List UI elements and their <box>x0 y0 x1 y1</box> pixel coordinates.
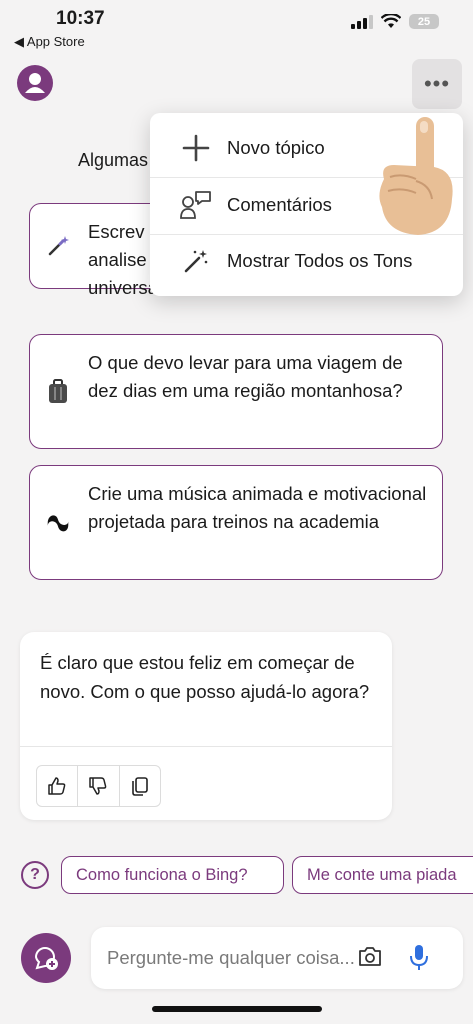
back-to-app-store[interactable]: ◀ App Store <box>14 34 85 50</box>
menu-item-label: Comentários <box>227 194 332 215</box>
thumbs-up-icon <box>48 777 66 795</box>
wifi-icon <box>381 14 401 28</box>
pointing-hand-icon <box>379 117 453 235</box>
user-avatar[interactable] <box>17 65 53 101</box>
thumbs-down-icon <box>89 777 107 795</box>
bot-reply-bubble: É claro que estou feliz em começar de no… <box>20 632 392 820</box>
magic-wand-icon <box>176 248 216 274</box>
chat-input-placeholder: Pergunte-me qualquer coisa... <box>107 947 355 968</box>
signal-icon <box>351 14 373 29</box>
status-time: 10:37 <box>56 8 105 29</box>
status-icons: 25 <box>351 14 439 29</box>
thumbs-down-button[interactable] <box>77 766 118 806</box>
luggage-icon <box>46 378 70 404</box>
menu-item-label: Mostrar Todos os Tons <box>227 250 413 271</box>
feedback-bar <box>36 765 161 807</box>
battery-icon: 25 <box>409 14 439 29</box>
more-options-button[interactable]: ••• <box>412 59 462 109</box>
divider <box>20 746 392 747</box>
user-icon <box>25 73 45 93</box>
reply-text: É claro que estou feliz em começar de no… <box>40 652 370 702</box>
menu-item-label: Novo tópico <box>227 137 325 158</box>
magic-wand-icon <box>46 234 70 258</box>
camera-icon[interactable] <box>357 945 383 969</box>
suggestions-heading: Algumas <box>78 150 149 170</box>
copy-icon <box>132 777 148 796</box>
new-chat-icon <box>34 947 58 970</box>
chat-input-box[interactable]: Pergunte-me qualquer coisa... <box>91 927 463 989</box>
help-question-icon[interactable]: ? <box>21 861 49 889</box>
suggestion-text: Crie uma música animada e motivacional p… <box>88 483 427 532</box>
home-indicator <box>152 1006 322 1012</box>
microphone-icon[interactable] <box>409 944 429 972</box>
chip-tell-joke[interactable]: Me conte uma piada <box>292 856 473 894</box>
music-icon <box>46 511 70 535</box>
suggestion-card-3[interactable]: Crie uma música animada e motivacional p… <box>29 465 443 580</box>
copy-button[interactable] <box>118 766 160 806</box>
new-chat-button[interactable] <box>21 933 71 983</box>
plus-icon <box>176 134 216 162</box>
thumbs-up-button[interactable] <box>37 766 77 806</box>
feedback-icon <box>176 190 216 220</box>
chip-how-bing-works[interactable]: Como funciona o Bing? <box>61 856 284 894</box>
suggestion-text: O que devo levar para uma viagem de dez … <box>88 352 403 401</box>
suggestion-card-2[interactable]: O que devo levar para uma viagem de dez … <box>29 334 443 449</box>
